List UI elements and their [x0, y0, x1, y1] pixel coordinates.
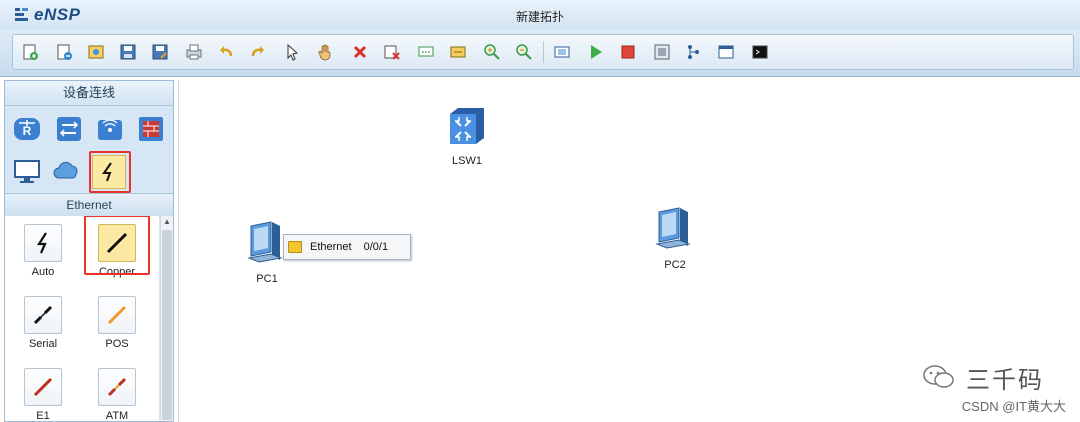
cable-atm[interactable]: ATM	[87, 368, 147, 421]
cable-label: ATM	[105, 410, 129, 421]
highlight-box	[84, 216, 150, 275]
window-icon[interactable]	[717, 43, 735, 61]
device-panel: 设备连线 R Ethernet Auto Copper Serial POS E…	[4, 80, 174, 422]
pc-icon	[655, 207, 691, 249]
cable-label: POS	[105, 338, 129, 350]
port-icon	[288, 241, 302, 253]
cable-label: E1	[36, 410, 50, 421]
scroll-up-arrow-icon[interactable]: ▲	[161, 216, 173, 228]
zoom-out-icon[interactable]	[515, 43, 533, 61]
router-icon[interactable]: R	[11, 113, 43, 145]
fit-icon[interactable]	[553, 43, 571, 61]
tooltip-interface: Ethernet	[310, 241, 352, 253]
select-icon[interactable]	[283, 43, 301, 61]
scroll-thumb[interactable]	[162, 230, 172, 420]
undo-icon[interactable]	[217, 43, 235, 61]
e1-cable-icon	[24, 368, 62, 406]
cable-e1[interactable]: E1	[13, 368, 73, 421]
toolbar-strip	[12, 34, 1074, 70]
cable-auto[interactable]: Auto	[13, 224, 73, 278]
atm-cable-icon	[98, 368, 136, 406]
save-as-icon[interactable]	[151, 43, 169, 61]
topology-icon[interactable]	[685, 43, 703, 61]
tooltip-port: 0/0/1	[363, 241, 389, 253]
node-lsw1[interactable]: LSW1	[441, 106, 493, 167]
new-topology-icon[interactable]	[21, 43, 39, 61]
terminal-icon[interactable]	[751, 43, 769, 61]
open-icon[interactable]	[87, 43, 105, 61]
open-sample-icon[interactable]	[55, 43, 73, 61]
capture-icon[interactable]	[653, 43, 671, 61]
panel-header: 设备连线	[5, 81, 173, 106]
pan-hand-icon[interactable]	[317, 43, 335, 61]
node-label: LSW1	[452, 155, 482, 167]
highlight-box	[89, 151, 131, 193]
serial-cable-icon	[24, 296, 62, 334]
print-icon[interactable]	[185, 43, 203, 61]
cable-serial[interactable]: Serial	[13, 296, 73, 350]
save-icon[interactable]	[119, 43, 137, 61]
rectangle-icon[interactable]	[449, 43, 467, 61]
node-pc2[interactable]: PC2	[649, 206, 701, 271]
cable-list-scrollbar[interactable]: ▲	[160, 216, 173, 421]
zoom-in-icon[interactable]	[483, 43, 501, 61]
firewall-icon[interactable]	[135, 113, 167, 145]
title-bar: eNSP 新建拓扑	[0, 0, 1080, 30]
node-label: PC2	[664, 259, 686, 271]
node-label: PC1	[256, 273, 278, 285]
watermark-brand: 三千码	[966, 367, 1044, 394]
pc-icon[interactable]	[11, 155, 43, 187]
window-title: 新建拓扑	[515, 10, 564, 24]
wireless-icon[interactable]	[94, 113, 126, 145]
cable-label: Serial	[28, 338, 58, 350]
switch-icon[interactable]	[53, 113, 85, 145]
cable-section-title: Ethernet	[5, 193, 173, 217]
interface-tooltip: Ethernet 0/0/1	[283, 234, 411, 260]
toolbar-separator	[543, 41, 544, 63]
cable-pos[interactable]: POS	[87, 296, 147, 350]
start-icon[interactable]	[587, 43, 605, 61]
cloud-icon[interactable]	[51, 155, 83, 187]
pos-cable-icon	[98, 296, 136, 334]
svg-text:R: R	[23, 124, 32, 138]
wechat-icon	[923, 365, 954, 388]
watermark-credit: CSDN @IT黄大大	[961, 399, 1066, 414]
redo-icon[interactable]	[249, 43, 267, 61]
auto-cable-icon	[24, 224, 62, 262]
toolbar	[0, 30, 1080, 77]
switch-icon	[450, 108, 484, 144]
text-icon[interactable]	[417, 43, 435, 61]
cable-label: Auto	[31, 266, 55, 278]
delete-icon[interactable]	[351, 43, 369, 61]
stop-icon[interactable]	[619, 43, 637, 61]
cable-list: Auto Copper Serial POS E1 ATM	[5, 216, 159, 421]
delete-all-links-icon[interactable]	[383, 43, 401, 61]
